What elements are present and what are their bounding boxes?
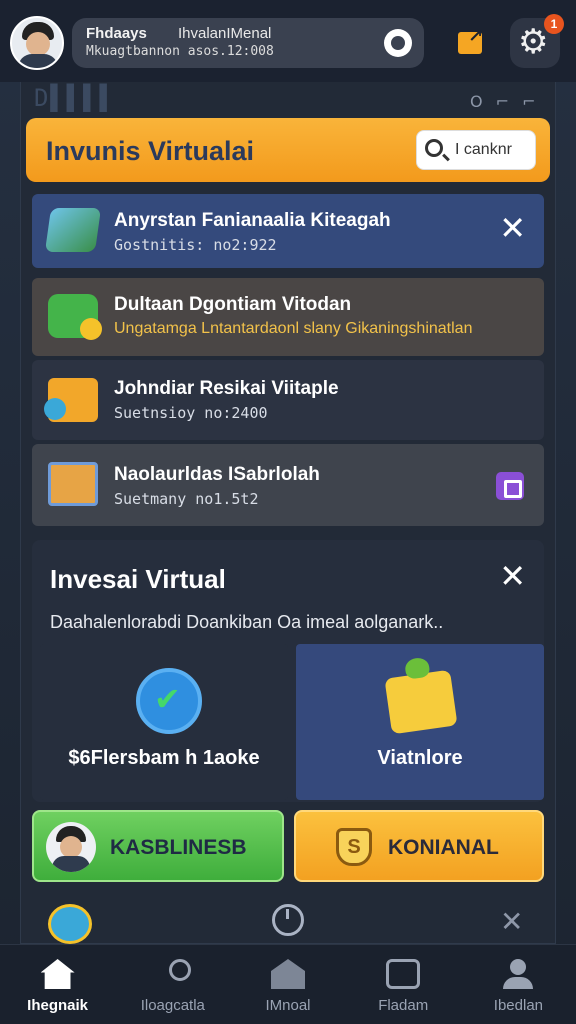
avatar-face [60, 836, 82, 858]
list-item[interactable]: Dultaan Dgontiam Vitodan Ungatamga Lntan… [32, 278, 544, 356]
background-glyph-right: O ⌐ ⌐ [470, 92, 540, 111]
background-glyph-left: D▌▌▌▌ [34, 84, 117, 112]
box-icon [48, 462, 98, 506]
avatar-body [52, 856, 90, 872]
list-item-title: Dultaan Dgontiam Vitodan [114, 294, 352, 315]
list-item-subtitle: Ungatamga Lntantardaonl slany Gikaningsh… [114, 320, 473, 337]
share-arrow-icon: ↗ [468, 26, 484, 47]
notification-badge: 1 [544, 14, 564, 34]
invest-panel: Invesai Virtual ✕ Daahalenlorabdi Doanki… [32, 540, 544, 802]
settings-button[interactable]: ⚙ 1 [510, 14, 564, 68]
list-item-subtitle: Gostnitis: no2:922 [114, 236, 277, 254]
user-info: Mkuagtbannon asos.12:008 [86, 44, 274, 59]
treasure-box-icon [384, 669, 458, 735]
search-input[interactable]: I canknr [416, 130, 536, 170]
avatar [46, 822, 96, 872]
avatar-body [18, 54, 58, 68]
bottom-nav: Ihegnaik Iloagcatla IMnoal Fladam Ibedla… [0, 944, 576, 1024]
invest-panel-title: Invesai Virtual [50, 564, 226, 594]
eye-icon[interactable] [384, 29, 412, 57]
share-button[interactable]: ↗ [446, 18, 496, 68]
green-action-button[interactable]: KASBLINESB [32, 810, 284, 882]
banner: Invunis Virtualai I canknr [26, 118, 550, 182]
list-item[interactable]: Naolaurldas ISabrlolah Suetmany no1.5t2 [32, 444, 544, 526]
nav-label: Fladam [378, 997, 429, 1014]
shield-icon: S [336, 828, 372, 866]
invest-option-label: $6Flersbam h 1aoke [68, 747, 260, 769]
power-icon[interactable] [272, 904, 304, 936]
search-placeholder: I canknr [455, 141, 512, 158]
orange-action-label: KONIANAL [388, 836, 499, 859]
nav-item-key[interactable]: Iloagcatla [115, 945, 230, 1024]
banner-title: Invunis Virtualai [46, 136, 255, 166]
money-icon [44, 208, 102, 252]
avatar[interactable] [10, 16, 64, 70]
close-icon[interactable]: ✕ [499, 212, 526, 244]
green-action-label: KASBLINESB [110, 836, 247, 859]
coin-stack-icon [48, 294, 102, 340]
list-item-title: Anyrstan Fanianaalia Kiteagah [114, 210, 391, 231]
close-icon[interactable]: ✕ [500, 908, 523, 936]
nav-label: Ibedlan [493, 997, 544, 1014]
list-item-title: Naolaurldas ISabrlolah [114, 464, 320, 485]
nav-label: IMnoal [265, 997, 311, 1014]
nav-label: Ihegnaik [27, 997, 89, 1014]
nav-label: Iloagcatla [140, 997, 205, 1014]
invest-option-label: Viatnlore [377, 747, 463, 769]
key-icon [168, 959, 191, 981]
chat-icon [386, 959, 421, 989]
user-name: Fhdaays [86, 25, 147, 42]
expand-icon[interactable] [496, 472, 524, 500]
avatar-face [26, 32, 50, 56]
invest-option-right[interactable]: Viatnlore [296, 644, 544, 800]
nav-item-home[interactable]: Ihegnaik [0, 945, 115, 1024]
user-info-pill[interactable]: Fhdaays IhvalanIMenal Mkuagtbannon asos.… [72, 18, 424, 68]
list-item[interactable]: Anyrstan Fanianaalia Kiteagah Gostnitis:… [32, 194, 544, 268]
store-icon [271, 959, 305, 989]
list-item-subtitle: Suetmany no1.5t2 [114, 490, 259, 508]
list-item-title: Johndiar Resikai Viitaple [114, 378, 339, 399]
home-icon [40, 959, 75, 989]
orange-action-button[interactable]: S KONIANAL [294, 810, 544, 882]
checkmark-icon [136, 668, 202, 734]
search-icon [425, 139, 443, 157]
nav-item-chat[interactable]: Fladam [346, 945, 461, 1024]
user-tag: IhvalanIMenal [178, 25, 272, 42]
list-item-subtitle: Suetnsioy no:2400 [114, 404, 268, 422]
list-item[interactable]: Johndiar Resikai Viitaple Suetnsioy no:2… [32, 360, 544, 440]
gold-coin-icon [44, 378, 98, 422]
nav-item-profile[interactable]: Ibedlan [461, 945, 576, 1024]
close-icon[interactable]: ✕ [499, 560, 526, 592]
coin-icon[interactable] [48, 904, 92, 944]
nav-item-store[interactable]: IMnoal [230, 945, 345, 1024]
invest-option-left[interactable]: $6Flersbam h 1aoke [40, 644, 288, 800]
top-bar: Fhdaays IhvalanIMenal Mkuagtbannon asos.… [0, 0, 576, 82]
invest-panel-description: Daahalenlorabdi Doankiban Oa imeal aolga… [50, 612, 444, 632]
user-icon [501, 959, 535, 989]
